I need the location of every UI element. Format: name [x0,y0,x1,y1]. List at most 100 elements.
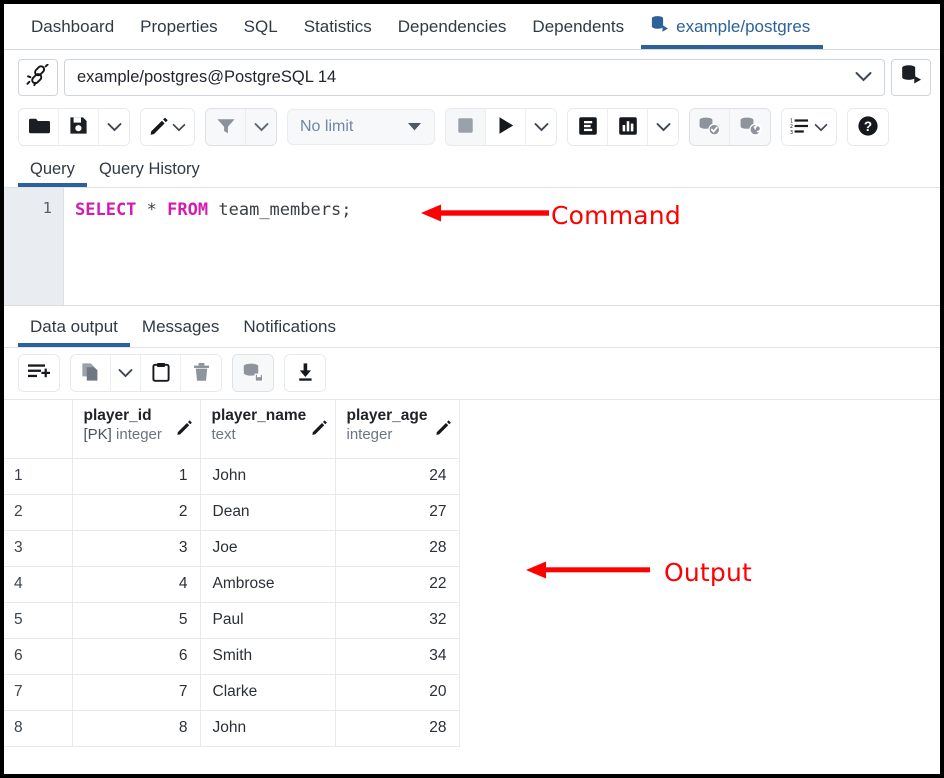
pencil-edit-icon[interactable] [311,419,328,441]
download-csv-button[interactable] [285,355,325,391]
filter-icon [216,117,236,138]
connection-select[interactable]: example/postgres@PostgreSQL 14 [64,59,885,96]
cell-player-id[interactable]: 8 [72,710,200,746]
cell-player-age[interactable]: 20 [335,674,459,710]
cell-player-name[interactable]: Clarke [200,674,335,710]
tab-dependencies[interactable]: Dependencies [385,5,520,49]
explain-analyze-button[interactable] [608,109,648,145]
table-row[interactable]: 4 4 Ambrose 22 [4,566,459,602]
cell-player-name[interactable]: Dean [200,494,335,530]
column-header-player-age[interactable]: player_age integer [335,400,459,458]
pencil-edit-icon[interactable] [176,419,193,441]
column-header-player-id[interactable]: player_id [PK] integer [72,400,200,458]
cell-player-id[interactable]: 3 [72,530,200,566]
tab-statistics[interactable]: Statistics [291,5,385,49]
row-number: 8 [4,710,72,746]
cell-player-name[interactable]: John [200,710,335,746]
help-question-icon: ? [857,115,879,140]
tab-properties[interactable]: Properties [127,5,230,49]
tab-label: Properties [140,17,217,37]
pencil-edit-icon [149,116,169,139]
broken-link-icon [26,64,50,91]
tab-messages[interactable]: Messages [130,306,231,347]
cell-player-age[interactable]: 28 [335,710,459,746]
explain-button[interactable] [568,109,608,145]
copy-button[interactable] [71,355,111,391]
table-row[interactable]: 8 8 John 28 [4,710,459,746]
tab-dashboard[interactable]: Dashboard [18,5,127,49]
tab-query[interactable]: Query [18,152,87,187]
tab-label: Dependents [532,17,624,37]
table-row[interactable]: 5 5 Paul 32 [4,602,459,638]
execute-options-button[interactable] [526,109,556,145]
table-row[interactable]: 7 7 Clarke 20 [4,674,459,710]
chevron-down-icon [534,120,549,135]
connection-status-button[interactable] [18,59,58,96]
result-grid: player_id [PK] integer player_name tex [4,400,460,747]
cell-player-id[interactable]: 1 [72,458,200,494]
tab-sql[interactable]: SQL [231,5,291,49]
cell-player-name[interactable]: John [200,458,335,494]
macros-button[interactable]: 1 2 3 [782,109,836,145]
tab-label: Query [30,160,75,179]
sql-editor[interactable]: 1 SELECT * FROM team_members; [4,188,940,306]
cell-player-id[interactable]: 5 [72,602,200,638]
tab-query-history[interactable]: Query History [87,152,212,187]
cell-player-id[interactable]: 7 [72,674,200,710]
open-file-button[interactable] [19,109,59,145]
copy-options-button[interactable] [111,355,141,391]
tab-data-output[interactable]: Data output [18,306,130,347]
cell-player-age[interactable]: 24 [335,458,459,494]
table-row[interactable]: 3 3 Joe 28 [4,530,459,566]
save-file-button[interactable] [59,109,99,145]
cell-player-id[interactable]: 4 [72,566,200,602]
cell-player-age[interactable]: 32 [335,602,459,638]
row-limit-select[interactable]: No limit [287,109,435,145]
sql-space-3 [208,200,218,220]
save-data-changes-button[interactable] [233,355,273,391]
paste-button[interactable] [141,355,181,391]
delete-row-button[interactable] [181,355,221,391]
cell-player-name[interactable]: Paul [200,602,335,638]
row-number: 3 [4,530,72,566]
table-row[interactable]: 6 6 Smith 34 [4,638,459,674]
edit-button[interactable] [141,109,194,145]
query-toolbar: No limit [4,104,940,152]
download-csv-icon [296,362,315,385]
cell-player-age[interactable]: 27 [335,494,459,530]
cell-player-id[interactable]: 2 [72,494,200,530]
cell-player-age[interactable]: 34 [335,638,459,674]
cell-player-age[interactable]: 28 [335,530,459,566]
add-row-button[interactable] [19,355,59,391]
commit-button[interactable] [690,109,730,145]
chevron-down-icon [118,366,133,381]
column-datatype: integer [116,426,162,443]
column-header-player-name[interactable]: player_name text [200,400,335,458]
help-button[interactable]: ? [848,109,888,145]
cell-player-age[interactable]: 22 [335,566,459,602]
tab-dependents[interactable]: Dependents [519,5,637,49]
rollback-button[interactable] [730,109,770,145]
sql-space-2 [157,200,167,220]
execute-query-button[interactable] [486,109,526,145]
manage-connections-button[interactable] [891,59,931,96]
explain-options-button[interactable] [648,109,678,145]
folder-open-icon [28,117,50,138]
table-row[interactable]: 1 1 John 24 [4,458,459,494]
tab-notifications[interactable]: Notifications [231,306,348,347]
cell-player-name[interactable]: Joe [200,530,335,566]
column-type: integer [347,425,449,444]
cell-player-name[interactable]: Ambrose [200,566,335,602]
filter-button[interactable] [206,109,246,145]
stop-query-button[interactable] [446,109,486,145]
save-options-button[interactable] [99,109,129,145]
cell-player-name[interactable]: Smith [200,638,335,674]
tab-query-example-postgres[interactable]: example/postgres [637,5,823,49]
filter-options-button[interactable] [246,109,276,145]
sql-code-area[interactable]: SELECT * FROM team_members; [64,188,940,305]
database-query-icon [650,15,669,39]
row-number: 1 [4,458,72,494]
cell-player-id[interactable]: 6 [72,638,200,674]
pencil-edit-icon[interactable] [435,419,452,441]
table-row[interactable]: 2 2 Dean 27 [4,494,459,530]
